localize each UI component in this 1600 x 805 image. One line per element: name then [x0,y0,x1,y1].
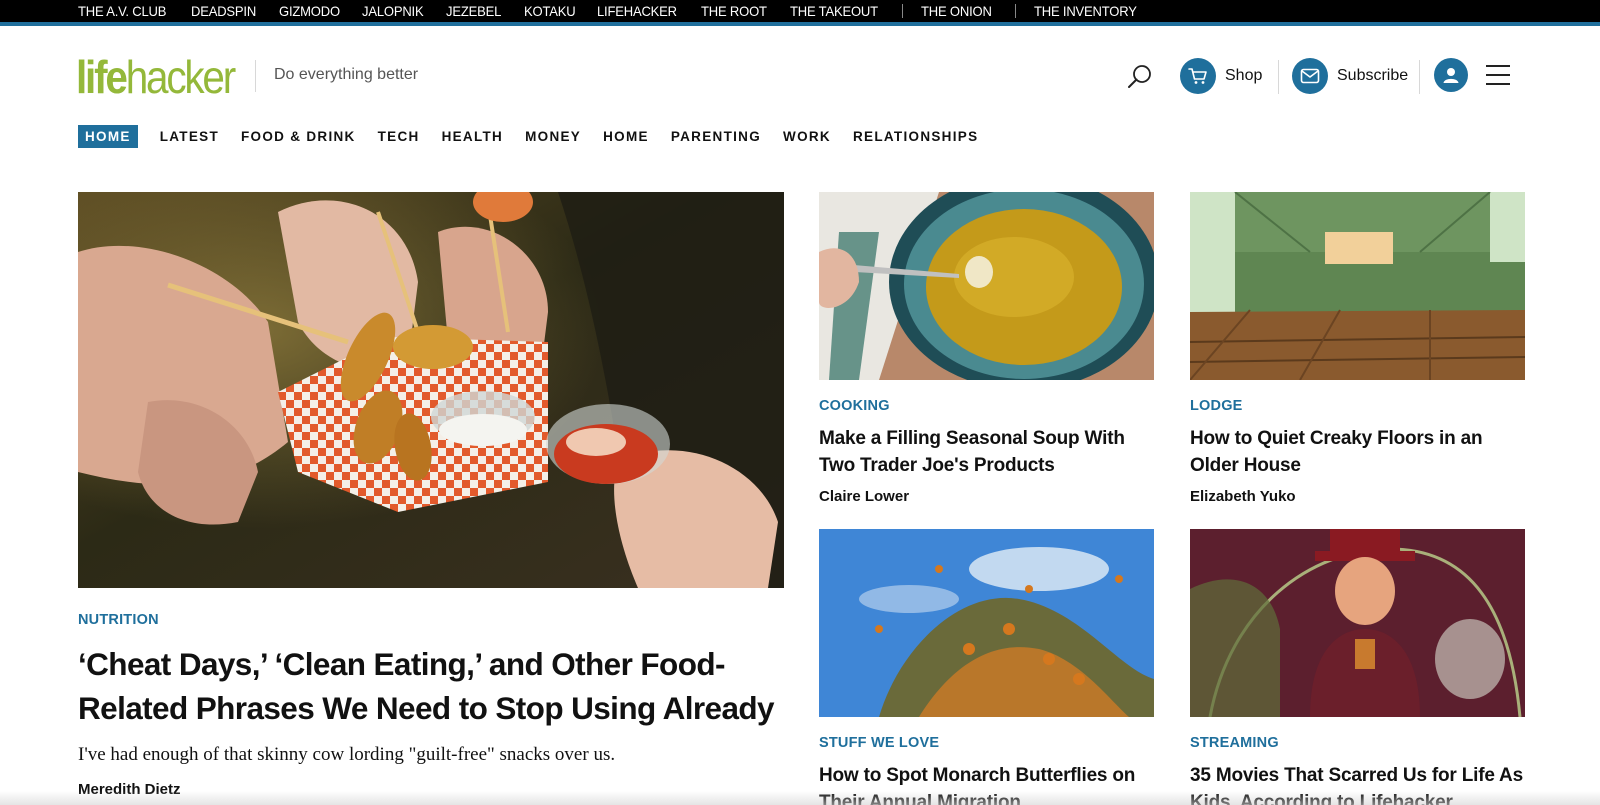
nav-home[interactable]: HOME [78,124,138,148]
featured-image[interactable] [78,192,784,588]
network-link-jezebel[interactable]: JEZEBEL [446,3,501,19]
network-link-lifehacker[interactable]: LIFEHACKER [597,3,677,19]
network-link-deadspin[interactable]: DEADSPIN [191,3,256,19]
network-link-gizmodo[interactable]: GIZMODO [279,3,340,19]
site-tagline: Do everything better [274,66,419,83]
hamburger-menu-icon[interactable] [1486,63,1512,87]
article-title[interactable]: How to Spot Monarch Butterflies on Their… [819,762,1154,805]
network-link-theroot[interactable]: THE ROOT [701,3,767,19]
subscribe-button[interactable]: Subscribe [1292,57,1408,95]
article-title[interactable]: 35 Movies That Scarred Us for Life As Ki… [1190,762,1525,805]
nav-relationships[interactable]: RELATIONSHIPS [853,125,978,148]
article-byline[interactable]: Elizabeth Yuko [1190,488,1525,505]
mail-icon [1292,58,1328,94]
article-card: STUFF WE LOVE How to Spot Monarch Butter… [819,529,1154,805]
nav-health[interactable]: HEALTH [442,125,504,148]
network-link-avclub[interactable]: THE A.V. CLUB [78,3,166,19]
site-header: life hacker Do everything better Shop Sub… [0,30,1600,124]
article-thumbnail[interactable] [819,529,1154,717]
article-thumbnail[interactable] [819,192,1154,380]
network-link-theonion[interactable]: THE ONION [921,3,992,19]
shop-button[interactable]: Shop [1180,57,1262,95]
article-kicker[interactable]: COOKING [819,398,1154,414]
user-icon [1443,68,1459,83]
section-nav: HOME LATEST FOOD & DRINK TECH HEALTH MON… [78,124,1000,148]
featured-kicker[interactable]: NUTRITION [78,612,159,628]
network-link-thetakeout[interactable]: THE TAKEOUT [790,3,878,19]
logo-divider [255,60,256,92]
article-thumbnail[interactable] [1190,529,1525,717]
article-card: STREAMING 35 Movies That Scarred Us for … [1190,529,1525,805]
featured-title[interactable]: ‘Cheat Days,’ ‘Clean Eating,’ and Other … [78,642,798,730]
article-card: LODGE How to Quiet Creaky Floors in an O… [1190,192,1525,505]
logo-text-life: life [76,51,128,103]
site-logo[interactable]: life hacker [76,50,236,103]
account-button[interactable] [1434,58,1468,92]
search-button[interactable] [1125,62,1155,92]
nav-money[interactable]: MONEY [525,125,581,148]
nav-parenting[interactable]: PARENTING [671,125,761,148]
shop-label: Shop [1225,67,1263,84]
subscribe-label: Subscribe [1337,67,1409,84]
logo-text-hacker: hacker [125,51,237,103]
header-divider [1278,60,1279,94]
article-card: COOKING Make a Filling Seasonal Soup Wit… [819,192,1154,505]
article-byline[interactable]: Claire Lower [819,488,1154,505]
nav-home-section[interactable]: HOME [603,125,649,148]
network-divider [902,4,904,18]
search-icon [1128,65,1151,88]
nav-latest[interactable]: LATEST [160,125,219,148]
article-kicker[interactable]: STUFF WE LOVE [819,735,1154,751]
network-divider [1015,4,1017,18]
article-title[interactable]: How to Quiet Creaky Floors in an Older H… [1190,425,1525,479]
cart-icon [1180,58,1216,94]
article-kicker[interactable]: LODGE [1190,398,1525,414]
nav-tech[interactable]: TECH [378,125,420,148]
featured-dek: I've had enough of that skinny cow lordi… [78,744,616,765]
featured-byline[interactable]: Meredith Dietz [78,781,181,798]
header-divider [1419,60,1420,94]
network-bar: THE A.V. CLUB DEADSPIN GIZMODO JALOPNIK … [0,0,1600,26]
network-link-theinventory[interactable]: THE INVENTORY [1034,3,1137,19]
article-thumbnail[interactable] [1190,192,1525,380]
network-link-jalopnik[interactable]: JALOPNIK [362,3,424,19]
article-kicker[interactable]: STREAMING [1190,735,1525,751]
nav-food-drink[interactable]: FOOD & DRINK [241,125,356,148]
network-link-kotaku[interactable]: KOTAKU [524,3,576,19]
nav-work[interactable]: WORK [783,125,831,148]
article-title[interactable]: Make a Filling Seasonal Soup With Two Tr… [819,425,1154,479]
